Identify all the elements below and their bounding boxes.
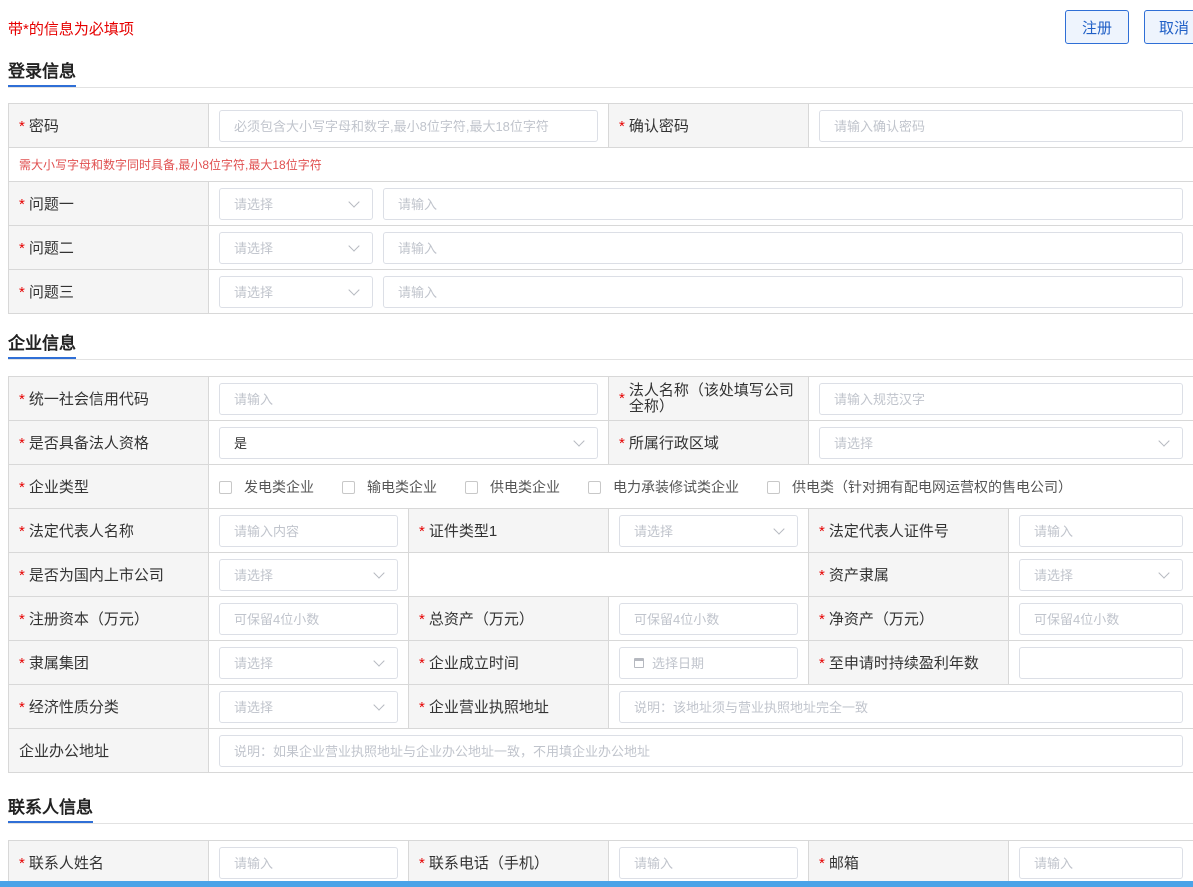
checkbox-icon[interactable]: [588, 480, 601, 494]
founded-date-picker[interactable]: 选择日期: [619, 646, 799, 679]
password-hint: 需大小写字母和数字同时具备,最小8位字符,最大18位字符: [8, 147, 1193, 182]
legal-name-label: * 法人名称（该处填写公司全称）: [608, 376, 810, 421]
question2-select[interactable]: 请选择: [219, 231, 373, 264]
reg-capital-input[interactable]: 可保留4位小数: [219, 602, 398, 635]
company-type-label: * 企业类型: [8, 464, 209, 509]
asset-owner-label: * 资产隶属: [808, 552, 1010, 597]
required-note: 带*的信息为必填项: [8, 21, 134, 38]
net-assets-label: * 净资产（万元）: [808, 596, 1010, 641]
question3-answer-input[interactable]: 请输入: [383, 275, 1183, 308]
section-title-contact: 联系人信息: [8, 798, 93, 824]
group-label: * 隶属集团: [8, 640, 209, 685]
contact-email-label: * 邮箱: [808, 840, 1009, 885]
chevron-down-icon: [1158, 434, 1170, 447]
checkbox-icon[interactable]: [219, 480, 232, 494]
chevron-down-icon: [1158, 566, 1170, 579]
founded-label: * 企业成立时间: [407, 640, 610, 685]
cancel-button[interactable]: 取消: [1144, 10, 1193, 44]
section-title-login: 登录信息: [8, 62, 76, 88]
rep-id-label: * 法定代表人证件号: [808, 508, 1010, 553]
total-assets-input[interactable]: 可保留4位小数: [619, 602, 799, 635]
question2-answer-input[interactable]: 请输入: [383, 231, 1183, 264]
type-option-supply-retail[interactable]: 供电类（针对拥有配电网运营权的售电公司）: [767, 477, 1072, 497]
reg-capital-label: * 注册资本（万元）: [8, 596, 209, 641]
contact-form: * 联系人姓名 请输入 * 联系电话（手机） 请输入 * 邮箱 请输入: [8, 840, 1193, 885]
password-label: * 密码: [8, 103, 209, 148]
empty-cell: [407, 552, 810, 597]
question3-label: * 问题三: [8, 269, 209, 314]
econ-select[interactable]: 请选择: [219, 690, 398, 723]
cert-type-label: * 证件类型1: [407, 508, 610, 553]
license-addr-input[interactable]: 说明：该地址须与营业执照地址完全一致: [619, 690, 1184, 723]
chevron-down-icon: [348, 283, 360, 296]
region-select[interactable]: 请选择: [819, 426, 1184, 459]
question2-label: * 问题二: [8, 225, 209, 270]
listed-label: * 是否为国内上市公司: [8, 552, 209, 597]
password-input[interactable]: 必须包含大小写字母和数字,最小8位字符,最大18位字符: [219, 109, 598, 142]
type-option-transmission[interactable]: 输电类企业: [342, 477, 437, 497]
rep-name-input[interactable]: 请输入内容: [219, 514, 398, 547]
office-addr-input[interactable]: 说明：如果企业营业执照地址与企业办公地址一致，不用填企业办公地址: [219, 734, 1184, 767]
checkbox-icon[interactable]: [342, 480, 355, 494]
region-label: * 所属行政区域: [608, 420, 810, 465]
contact-email-input[interactable]: 请输入: [1019, 846, 1183, 879]
office-addr-label: 企业办公地址: [8, 728, 209, 773]
checkbox-icon[interactable]: [767, 480, 780, 494]
confirm-password-input[interactable]: 请输入确认密码: [819, 109, 1183, 142]
profit-years-input[interactable]: [1019, 646, 1184, 679]
contact-phone-label: * 联系电话（手机）: [408, 840, 609, 885]
license-addr-label: * 企业营业执照地址: [407, 684, 610, 729]
section-divider: [8, 359, 1193, 360]
company-form: * 统一社会信用代码 请输入 * 法人名称（该处填写公司全称） 请输入规范汉字 * 是…: [8, 376, 1193, 773]
type-option-installation[interactable]: 电力承装修试类企业: [588, 477, 739, 497]
chevron-down-icon: [373, 654, 385, 667]
legal-name-input[interactable]: 请输入规范汉字: [819, 382, 1184, 415]
chevron-down-icon: [773, 522, 785, 535]
type-option-generation[interactable]: 发电类企业: [219, 477, 314, 497]
chevron-down-icon: [348, 195, 360, 208]
question1-answer-input[interactable]: 请输入: [383, 187, 1183, 220]
section-divider: [8, 823, 1193, 824]
listed-select[interactable]: 请选择: [219, 558, 398, 591]
question1-select[interactable]: 请选择: [219, 187, 373, 220]
econ-label: * 经济性质分类: [8, 684, 209, 729]
contact-name-input[interactable]: 请输入: [219, 846, 398, 879]
register-button[interactable]: 注册: [1065, 10, 1129, 44]
rep-name-label: * 法定代表人名称: [8, 508, 209, 553]
total-assets-label: * 总资产（万元）: [407, 596, 610, 641]
login-form: * 密码 必须包含大小写字母和数字,最小8位字符,最大18位字符 * 确认密码 请输…: [8, 103, 1193, 314]
confirm-password-label: * 确认密码: [608, 103, 809, 148]
chevron-down-icon: [573, 434, 585, 447]
bottom-scroll-bar: [0, 881, 1193, 887]
chevron-down-icon: [373, 698, 385, 711]
chevron-down-icon: [373, 566, 385, 579]
rep-id-input[interactable]: 请输入: [1019, 514, 1184, 547]
chevron-down-icon: [348, 239, 360, 252]
has-legal-select[interactable]: 是: [219, 426, 599, 459]
question1-label: * 问题一: [8, 181, 209, 226]
profit-years-label: * 至申请时持续盈利年数: [808, 640, 1010, 685]
question3-select[interactable]: 请选择: [219, 275, 373, 308]
credit-code-label: * 统一社会信用代码: [8, 376, 209, 421]
calendar-icon: [634, 657, 645, 668]
checkbox-icon[interactable]: [465, 480, 478, 494]
has-legal-label: * 是否具备法人资格: [8, 420, 209, 465]
net-assets-input[interactable]: 可保留4位小数: [1019, 602, 1184, 635]
contact-name-label: * 联系人姓名: [8, 840, 209, 885]
cert-type-select[interactable]: 请选择: [619, 514, 799, 547]
type-option-supply[interactable]: 供电类企业: [465, 477, 560, 497]
credit-code-input[interactable]: 请输入: [219, 382, 599, 415]
contact-phone-input[interactable]: 请输入: [619, 846, 798, 879]
section-title-company: 企业信息: [8, 334, 76, 360]
group-select[interactable]: 请选择: [219, 646, 398, 679]
section-divider: [8, 87, 1193, 88]
asset-owner-select[interactable]: 请选择: [1019, 558, 1184, 591]
